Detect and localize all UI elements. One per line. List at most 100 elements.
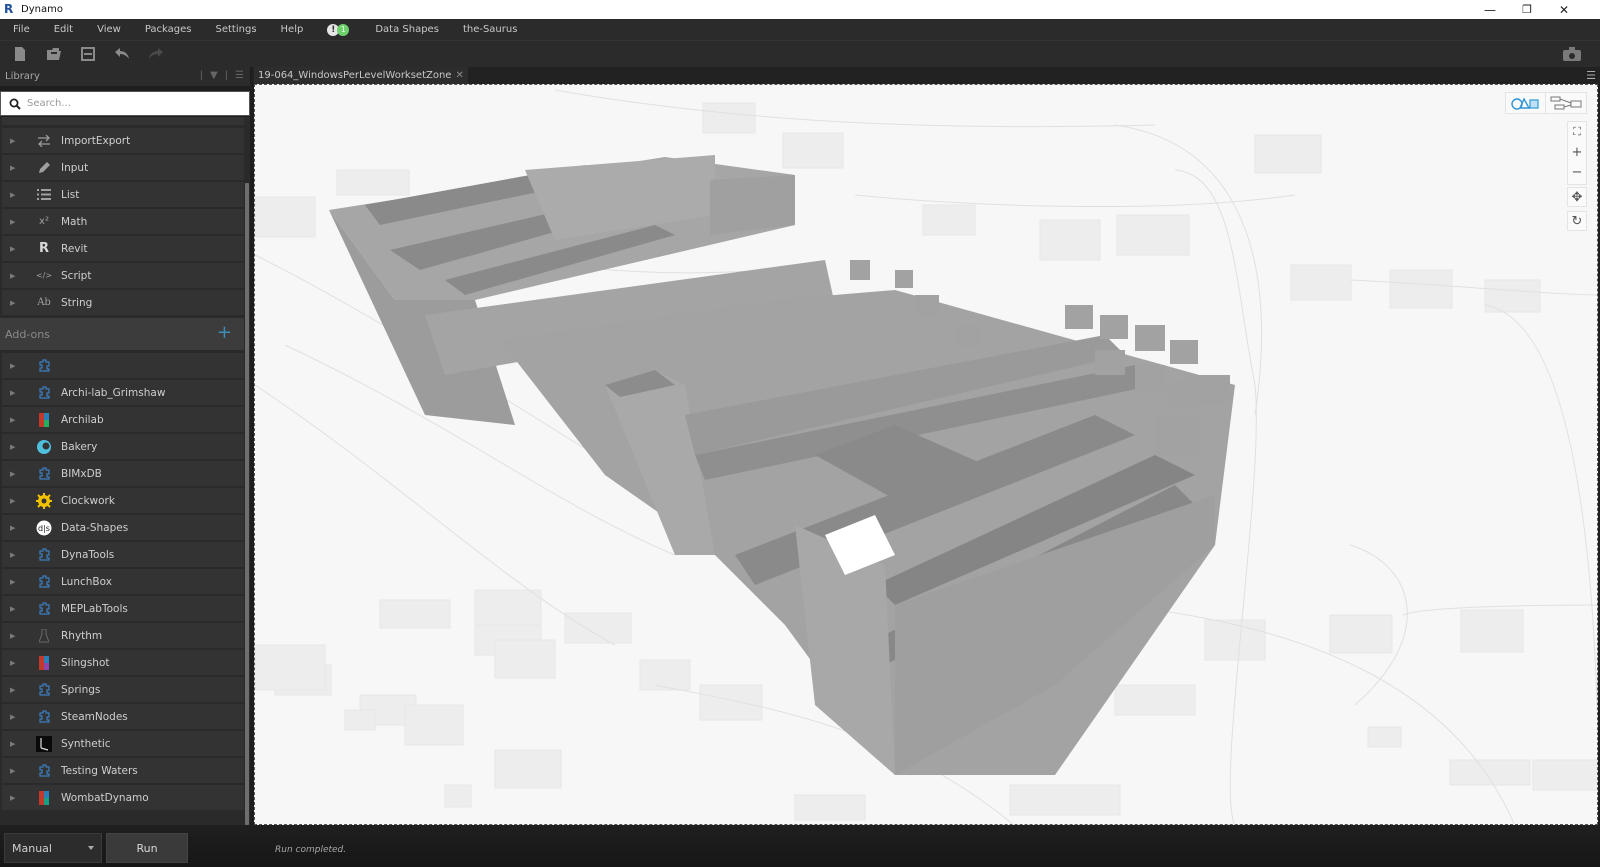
expand-arrow-icon: ▶	[10, 415, 16, 424]
expand-arrow-icon: ▶	[10, 190, 16, 199]
pan-button[interactable]: ✥	[1567, 187, 1587, 207]
library-tree: ▶ ImportExport ▶ Input ▶ List ▶ x² Math …	[0, 117, 244, 825]
clockwork-icon	[36, 492, 52, 509]
package-icon	[36, 763, 52, 779]
package-icon	[36, 709, 52, 725]
zoom-fit-button[interactable]: ⛶	[1568, 122, 1586, 142]
library-category-revit[interactable]: ▶ R Revit	[2, 236, 244, 262]
library-addon-testing-waters[interactable]: ▶ Testing Waters	[2, 758, 244, 784]
workspace-canvas[interactable]: ⛶ + − ✥ ↻	[254, 84, 1598, 825]
notification-count-badge: 1	[337, 23, 350, 36]
library-title: Library	[5, 71, 40, 82]
zoom-in-button[interactable]: +	[1568, 142, 1586, 162]
chevron-down-icon	[88, 846, 94, 850]
library-item-label: DynaTools	[61, 548, 115, 561]
export-image-button[interactable]	[1562, 46, 1582, 62]
run-mode-value: Manual	[12, 841, 52, 855]
package-icon	[36, 574, 52, 590]
revit-app-icon: R	[4, 2, 14, 16]
library-item-label: Testing Waters	[61, 764, 138, 777]
library-item-label: MEPLabTools	[61, 602, 128, 615]
menu-help[interactable]: Help	[269, 19, 316, 40]
open-file-button[interactable]	[37, 41, 71, 68]
minimize-button[interactable]: —	[1472, 0, 1508, 19]
orbit-button[interactable]: ↻	[1567, 211, 1587, 231]
menu-file[interactable]: File	[0, 19, 42, 40]
expand-arrow-icon: ▶	[10, 244, 16, 253]
library-item-label: Script	[61, 269, 92, 282]
pencil-icon	[38, 162, 50, 173]
package-icon	[36, 682, 52, 698]
library-addon-unnamed[interactable]: ▶	[2, 353, 244, 379]
library-addon-lunchbox[interactable]: ▶ LunchBox	[2, 569, 244, 595]
undo-button[interactable]	[105, 41, 139, 68]
library-header: Library | ▼ | ☰	[0, 67, 250, 86]
library-addon-archilab[interactable]: ▶ Archilab	[2, 407, 244, 433]
expand-arrow-icon: ▶	[10, 577, 16, 586]
library-addon-bakery[interactable]: ▶ Bakery	[2, 434, 244, 460]
library-addon-synthetic[interactable]: ▶ Synthetic	[2, 731, 244, 757]
search-icon	[9, 98, 21, 110]
menu-bar: File Edit View Packages Settings Help ! …	[0, 19, 1600, 40]
menu-the-saurus[interactable]: the-Saurus	[451, 19, 530, 40]
filter-icon[interactable]: ▼	[210, 70, 218, 81]
zoom-out-button[interactable]: −	[1568, 162, 1586, 182]
import-export-icon	[38, 134, 50, 147]
library-addon-springs[interactable]: ▶ Springs	[2, 677, 244, 703]
library-category-importexport[interactable]: ▶ ImportExport	[2, 128, 244, 154]
menu-data-shapes[interactable]: Data Shapes	[363, 19, 451, 40]
expand-arrow-icon: ▶	[10, 766, 16, 775]
library-addon-rhythm[interactable]: ▶ Rhythm	[2, 623, 244, 649]
save-button[interactable]	[71, 41, 105, 68]
separator: |	[199, 70, 203, 81]
close-window-button[interactable]: ✕	[1546, 0, 1582, 19]
background-preview	[255, 89, 1597, 824]
run-mode-dropdown[interactable]: Manual	[4, 833, 102, 863]
library-addon-wombatdynamo[interactable]: ▶ WombatDynamo	[2, 785, 244, 811]
expand-arrow-icon: ▶	[10, 793, 16, 802]
package-icon	[36, 601, 52, 617]
archilab-icon	[36, 412, 52, 428]
library-item-partial[interactable]	[2, 117, 244, 126]
math-icon: x²	[39, 216, 49, 227]
notifications-indicator[interactable]: ! 1	[327, 23, 350, 36]
graph-view-button[interactable]	[1546, 93, 1586, 113]
library-category-input[interactable]: ▶ Input	[2, 155, 244, 181]
menu-view[interactable]: View	[85, 19, 133, 40]
library-addon-meplabtools[interactable]: ▶ MEPLabTools	[2, 596, 244, 622]
revit-icon: R	[38, 241, 49, 256]
geometry-view-button[interactable]	[1506, 93, 1547, 113]
library-scroll-thumb[interactable]	[245, 183, 249, 825]
menu-edit[interactable]: Edit	[42, 19, 85, 40]
library-addon-dynatools[interactable]: ▶ DynaTools	[2, 542, 244, 568]
library-category-list[interactable]: ▶ List	[2, 182, 244, 208]
library-addon-data-shapes[interactable]: ▶ d|s Data-Shapes	[2, 515, 244, 541]
library-addon-archi-lab-grimshaw[interactable]: ▶ Archi-lab_Grimshaw	[2, 380, 244, 406]
title-bar: R Dynamo — ❐ ✕	[0, 0, 1600, 19]
library-category-string[interactable]: ▶ Ab String	[2, 290, 244, 316]
run-button[interactable]: Run	[106, 833, 188, 863]
menu-settings[interactable]: Settings	[204, 19, 269, 40]
library-addon-bimxdb[interactable]: ▶ BIMxDB	[2, 461, 244, 487]
menu-packages[interactable]: Packages	[133, 19, 204, 40]
new-file-button[interactable]	[3, 41, 37, 68]
tab-workspace[interactable]: 19-064_WindowsPerLevelWorksetZone ✕	[254, 67, 468, 84]
list-view-icon[interactable]: ☰	[235, 70, 244, 81]
tabs-menu-icon[interactable]: ☰	[1586, 69, 1596, 82]
library-item-label: SteamNodes	[61, 710, 128, 723]
library-scrollbar[interactable]	[244, 117, 250, 825]
library-addon-clockwork[interactable]: ▶ Clockwork	[2, 488, 244, 514]
library-category-math[interactable]: ▶ x² Math	[2, 209, 244, 235]
library-addon-slingshot[interactable]: ▶ Slingshot	[2, 650, 244, 676]
data-shapes-icon: d|s	[36, 520, 52, 536]
library-addon-steamnodes[interactable]: ▶ SteamNodes	[2, 704, 244, 730]
library-category-script[interactable]: ▶ </> Script	[2, 263, 244, 289]
library-item-label: ImportExport	[61, 134, 131, 147]
add-package-button[interactable]: +	[217, 323, 232, 343]
restore-button[interactable]: ❐	[1509, 0, 1545, 19]
search-input[interactable]	[27, 98, 237, 109]
tab-close-icon[interactable]: ✕	[455, 70, 463, 81]
library-item-label: Revit	[61, 242, 88, 255]
redo-button[interactable]	[139, 41, 173, 68]
library-search[interactable]	[0, 91, 250, 116]
